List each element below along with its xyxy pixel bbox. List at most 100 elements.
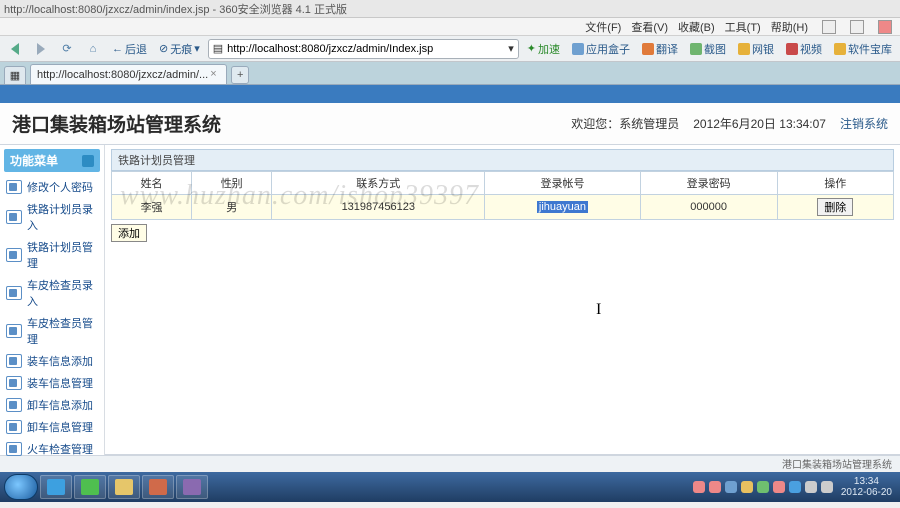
- tray-icon[interactable]: [709, 481, 721, 493]
- sidebar-item-unload-add[interactable]: 卸车信息添加: [4, 394, 100, 416]
- logout-link[interactable]: 注销系统: [840, 115, 888, 132]
- tabstrip-app-button[interactable]: ▦: [4, 66, 26, 84]
- system-tray: 13:342012-06-20: [693, 476, 896, 498]
- tray-icon[interactable]: [773, 481, 785, 493]
- menu-file[interactable]: 文件(F): [585, 19, 621, 35]
- task-explorer[interactable]: [108, 475, 140, 499]
- tray-icon[interactable]: [805, 481, 817, 493]
- nav-back-split[interactable]: ← 后退: [108, 41, 151, 57]
- collapse-icon[interactable]: [82, 155, 94, 167]
- text-cursor-icon: I: [596, 301, 601, 319]
- nav-forward-button[interactable]: [30, 39, 52, 59]
- task-ie[interactable]: [40, 475, 72, 499]
- window-minimize[interactable]: [822, 20, 836, 34]
- browser-toolbar: ⟳ ⌂ ← 后退 ⊘ 无痕 ▾ ▤ ▾ ✦ 加速 应用盒子 翻译 截图 网银 视…: [0, 36, 900, 62]
- menu-help[interactable]: 帮助(H): [771, 19, 808, 35]
- task-app2[interactable]: [176, 475, 208, 499]
- cell-phone: 131987456123: [272, 195, 485, 220]
- sidebar-item-unload-manage[interactable]: 卸车信息管理: [4, 416, 100, 438]
- delete-button[interactable]: 删除: [817, 198, 853, 216]
- sidebar-menu: 修改个人密码 铁路计划员录入 铁路计划员管理 车皮检查员录入 车皮检查员管理 装…: [4, 172, 100, 464]
- ext-video[interactable]: 视频: [782, 41, 826, 57]
- app-header: 港口集装箱场站管理系统 欢迎您：系统管理员 2012年6月20日 13:34:0…: [0, 103, 900, 145]
- sidebar-item-rail-planner-manage[interactable]: 铁路计划员管理: [4, 236, 100, 274]
- menu-icon: [6, 324, 22, 338]
- tray-icon[interactable]: [741, 481, 753, 493]
- welcome-text: 欢迎您：系统管理员: [571, 115, 679, 132]
- table-header-row: 姓名 性别 联系方式 登录帐号 登录密码 操作: [112, 172, 894, 195]
- add-button[interactable]: 添加: [111, 224, 147, 242]
- menu-fav[interactable]: 收藏(B): [678, 19, 715, 35]
- tab-label: http://localhost:8080/jzxcz/admin/...: [37, 69, 208, 81]
- os-window-titlebar: http://localhost:8080/jzxcz/admin/index.…: [0, 0, 900, 18]
- app-topbar: [0, 85, 900, 103]
- app-footer: 港口集装箱场站管理系统: [0, 455, 900, 471]
- window-close[interactable]: [878, 20, 892, 34]
- sidebar-item-load-add[interactable]: 装车信息添加: [4, 350, 100, 372]
- sidebar-item-rail-planner-add[interactable]: 铁路计划员录入: [4, 198, 100, 236]
- address-bar[interactable]: ▤ ▾: [208, 39, 519, 59]
- menu-icon: [6, 398, 22, 412]
- task-app1[interactable]: [142, 475, 174, 499]
- tab-close-button[interactable]: ×: [210, 68, 222, 80]
- window-maximize[interactable]: [850, 20, 864, 34]
- tray-icon[interactable]: [693, 481, 705, 493]
- ext-translate[interactable]: 翻译: [638, 41, 682, 57]
- url-input[interactable]: [227, 43, 504, 55]
- col-password: 登录密码: [640, 172, 777, 195]
- selected-text[interactable]: jihuayuan: [537, 201, 588, 213]
- menu-icon: [6, 442, 22, 456]
- add-row: 添加: [111, 224, 894, 242]
- content-area: 铁路计划员管理 姓名 性别 联系方式 登录帐号 登录密码 操作 李强 男 131…: [105, 145, 900, 455]
- col-gender: 性别: [192, 172, 272, 195]
- cell-password: 000000: [640, 195, 777, 220]
- col-name: 姓名: [112, 172, 192, 195]
- cell-action: 删除: [777, 195, 893, 220]
- sidebar-title: 功能菜单: [4, 149, 100, 172]
- ext-bank[interactable]: 网银: [734, 41, 778, 57]
- nav-home-button[interactable]: ⌂: [82, 39, 104, 59]
- ext-screenshot[interactable]: 截图: [686, 41, 730, 57]
- start-button[interactable]: [4, 474, 38, 500]
- app-title: 港口集装箱场站管理系统: [12, 110, 571, 137]
- menu-icon: [6, 354, 22, 368]
- arrow-right-icon: [37, 43, 45, 55]
- tray-icon[interactable]: [789, 481, 801, 493]
- sidebar-item-wagon-check-manage[interactable]: 车皮检查员管理: [4, 312, 100, 350]
- sidebar: 功能菜单 修改个人密码 铁路计划员录入 铁路计划员管理 车皮检查员录入 车皮检查…: [0, 145, 105, 455]
- browser-tabstrip: ▦ http://localhost:8080/jzxcz/admin/... …: [0, 62, 900, 84]
- window-title: http://localhost:8080/jzxcz/admin/index.…: [4, 1, 347, 17]
- sidebar-item-load-manage[interactable]: 装车信息管理: [4, 372, 100, 394]
- task-browser[interactable]: [74, 475, 106, 499]
- taskbar-clock[interactable]: 13:342012-06-20: [837, 476, 896, 498]
- nav-back-button[interactable]: [4, 39, 26, 59]
- nav-notrace[interactable]: ⊘ 无痕 ▾: [155, 41, 204, 57]
- menu-icon: [6, 180, 22, 194]
- appbox-icon: [572, 43, 584, 55]
- col-account: 登录帐号: [485, 172, 640, 195]
- browser-tab[interactable]: http://localhost:8080/jzxcz/admin/... ×: [30, 64, 227, 84]
- datetime-text: 2012年6月20日 13:34:07: [693, 115, 826, 132]
- sidebar-item-train-check[interactable]: 火车检查管理: [4, 438, 100, 460]
- tray-icon[interactable]: [757, 481, 769, 493]
- ext-software[interactable]: 软件宝库: [830, 41, 896, 57]
- browser-menubar: 文件(F) 查看(V) 收藏(B) 工具(T) 帮助(H): [0, 18, 900, 36]
- sidebar-item-wagon-check-add[interactable]: 车皮检查员录入: [4, 274, 100, 312]
- menu-view[interactable]: 查看(V): [631, 19, 668, 35]
- sidebar-item-password[interactable]: 修改个人密码: [4, 176, 100, 198]
- menu-icon: [6, 286, 22, 300]
- page-icon: ▤: [213, 42, 223, 55]
- panel-title: 铁路计划员管理: [111, 149, 894, 171]
- dropdown-icon[interactable]: ▾: [508, 42, 514, 55]
- menu-icon: [6, 248, 22, 262]
- new-tab-button[interactable]: +: [231, 66, 249, 84]
- menu-icon: [6, 376, 22, 390]
- ext-appbox[interactable]: 应用盒子: [568, 41, 634, 57]
- menu-tool[interactable]: 工具(T): [725, 19, 761, 35]
- nav-reload-button[interactable]: ⟳: [56, 39, 78, 59]
- cell-gender: 男: [192, 195, 272, 220]
- os-taskbar: 13:342012-06-20: [0, 472, 900, 502]
- tray-icon[interactable]: [821, 481, 833, 493]
- tray-icon[interactable]: [725, 481, 737, 493]
- go-button[interactable]: ✦ 加速: [523, 41, 564, 57]
